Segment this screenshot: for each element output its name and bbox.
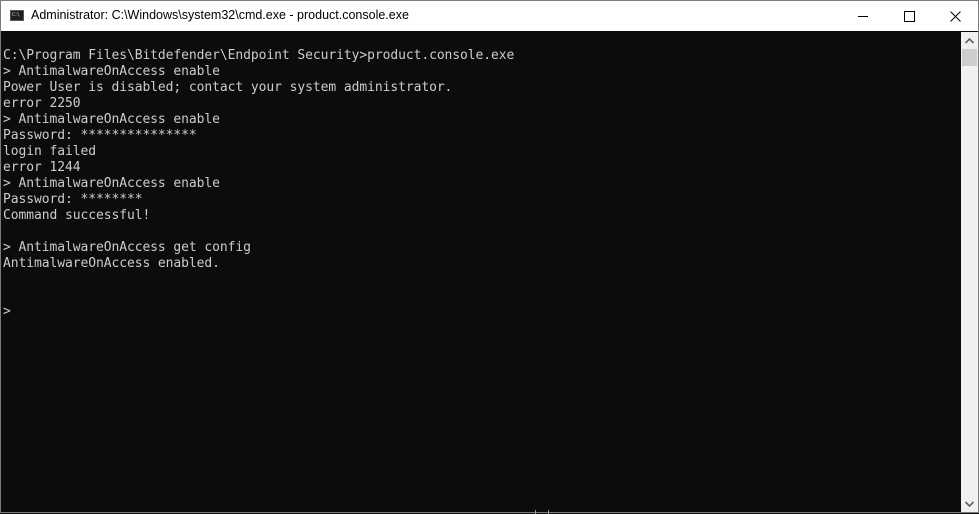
console-line: > bbox=[3, 304, 11, 319]
console-line: > AntimalwareOnAccess get config bbox=[3, 240, 251, 255]
scroll-thumb[interactable] bbox=[962, 49, 977, 66]
console-line: > AntimalwareOnAccess enable bbox=[3, 112, 220, 127]
cmd-window: C:\ Administrator: C:\Windows\system32\c… bbox=[0, 0, 979, 514]
console-line: login failed bbox=[3, 144, 96, 159]
console-line: error 1244 bbox=[3, 160, 81, 175]
close-button[interactable] bbox=[932, 1, 978, 31]
maximize-button[interactable] bbox=[886, 1, 932, 31]
bottom-resize-handle[interactable] bbox=[535, 510, 549, 514]
console-output[interactable]: C:\Program Files\Bitdefender\Endpoint Se… bbox=[2, 32, 960, 512]
console-line: > AntimalwareOnAccess enable bbox=[3, 64, 220, 79]
console-line: > AntimalwareOnAccess enable bbox=[3, 176, 220, 191]
scroll-down-button[interactable] bbox=[961, 495, 978, 512]
chevron-down-icon bbox=[965, 500, 974, 507]
cmd-icon[interactable]: C:\ bbox=[10, 10, 24, 21]
minimize-button[interactable] bbox=[840, 1, 886, 31]
close-icon bbox=[949, 10, 961, 22]
console-line: Power User is disabled; contact your sys… bbox=[3, 80, 453, 95]
console-line: Password: *************** bbox=[3, 128, 197, 143]
console-line: Command successful! bbox=[3, 208, 151, 223]
console-lines: C:\Program Files\Bitdefender\Endpoint Se… bbox=[3, 48, 514, 320]
minimize-icon bbox=[858, 15, 868, 17]
console-line: Password: ******** bbox=[3, 192, 143, 207]
chevron-up-icon bbox=[965, 37, 974, 44]
console-line: C:\Program Files\Bitdefender\Endpoint Se… bbox=[3, 48, 515, 63]
console-line: AntimalwareOnAccess enabled. bbox=[3, 256, 220, 271]
console-line: error 2250 bbox=[3, 96, 81, 111]
maximize-icon bbox=[903, 10, 915, 22]
scroll-up-button[interactable] bbox=[961, 32, 978, 49]
cmd-icon-label: C:\ bbox=[12, 12, 20, 18]
vertical-scrollbar[interactable] bbox=[961, 32, 978, 512]
title-bar[interactable]: C:\ Administrator: C:\Windows\system32\c… bbox=[1, 1, 978, 31]
window-title: Administrator: C:\Windows\system32\cmd.e… bbox=[31, 8, 409, 22]
